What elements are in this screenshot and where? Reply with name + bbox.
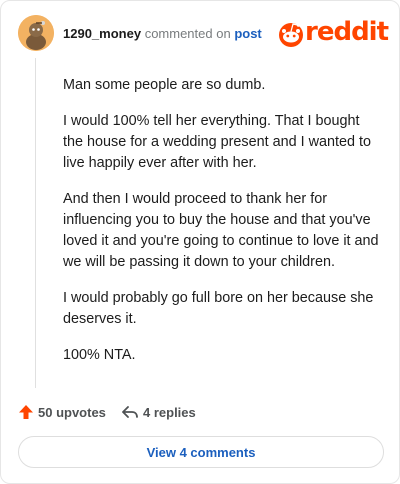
post-link[interactable]: post [234, 26, 261, 41]
upvote-button[interactable]: 50 upvotes [18, 401, 106, 423]
comment-paragraph: And then I would proceed to thank her fo… [63, 191, 379, 270]
byline-action: commented on [144, 26, 231, 41]
comment-header: 1290_money commented on post reddit [18, 15, 389, 53]
reply-count: 4 replies [143, 404, 196, 420]
reply-button[interactable]: 4 replies [121, 401, 196, 423]
comment-paragraph: I would probably go full bore on her bec… [63, 290, 374, 327]
view-comments-button[interactable]: View 4 comments [18, 436, 384, 468]
comment-byline: 1290_money commented on post [63, 26, 262, 41]
comment-paragraph: Man some people are so dumb. [63, 77, 266, 93]
reply-arrow-icon [122, 406, 138, 418]
comment-card: 1290_money commented on post reddit Man … [0, 0, 400, 484]
comment-paragraph: I would 100% tell her everything. That I… [63, 113, 372, 171]
comment-footer: 50 upvotes 4 replies [18, 401, 382, 423]
username-link[interactable]: 1290_money [63, 26, 141, 41]
upvote-count: 50 upvotes [38, 404, 106, 420]
comment-body: Man some people are so dumb. I would 100… [63, 75, 381, 381]
snoo-logo-icon [279, 23, 303, 47]
reddit-wordmark: reddit [305, 17, 389, 47]
comment-paragraph: 100% NTA. [63, 347, 136, 363]
thread-line [35, 58, 36, 388]
snoo-avatar-icon[interactable] [18, 15, 54, 51]
reddit-logo[interactable]: reddit [278, 17, 389, 48]
upvote-arrow-icon [19, 405, 33, 419]
